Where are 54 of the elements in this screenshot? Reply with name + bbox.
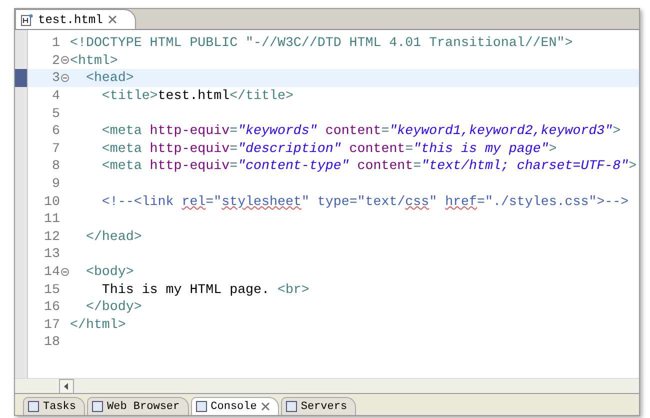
html-file-icon: [21, 14, 33, 26]
tab-label: Tasks: [43, 400, 76, 412]
view-icon: [92, 401, 104, 412]
collapse-icon[interactable]: [61, 56, 69, 64]
code-line: </html>: [70, 316, 126, 332]
horizontal-scrollbar[interactable]: [15, 378, 639, 393]
collapse-icon[interactable]: [61, 268, 69, 276]
collapse-icon[interactable]: [61, 74, 69, 82]
tab-label: Console: [210, 400, 257, 412]
line-number: 4: [51, 88, 60, 104]
code-line: This is my HTML page. <br>: [100, 282, 310, 297]
line-number: 1: [51, 35, 60, 50]
code-line: </body>: [84, 299, 142, 314]
tab-label: Web Browser: [107, 400, 180, 412]
line-number: 5: [51, 106, 60, 121]
code-line: <head>: [84, 70, 134, 86]
scroll-left-button[interactable]: [59, 379, 74, 394]
close-icon[interactable]: [260, 402, 270, 411]
code-line: <!--<link rel="stylesheet" type="text/css" href="./styles.css">-->: [100, 194, 629, 209]
view-tab[interactable]: Tasks: [23, 397, 86, 415]
line-number: 2: [51, 52, 60, 68]
view-icon: [28, 401, 39, 412]
tab-label: test.html: [38, 12, 103, 26]
line-number: 10: [43, 194, 60, 209]
line-number: 3: [51, 70, 60, 86]
line-number: 6: [51, 123, 60, 138]
view-icon: [286, 401, 297, 412]
close-icon[interactable]: [108, 15, 117, 24]
left-arrow-icon: [64, 383, 69, 390]
line-number: 17: [43, 316, 60, 332]
editor-tab[interactable]: test.html: [15, 9, 136, 29]
code-line: <html>: [70, 52, 118, 68]
line-number: 13: [43, 246, 60, 262]
line-number: 8: [51, 158, 60, 174]
line-number: 18: [43, 334, 60, 350]
line-number: 16: [43, 299, 60, 314]
view-tab[interactable]: Servers: [280, 397, 356, 415]
view-tab[interactable]: Web Browser: [87, 397, 189, 415]
code-line: </head>: [84, 228, 142, 244]
line-number: 9: [51, 176, 60, 192]
code-line: <meta http-equiv="keywords" content="keyword1,keyword2,keyword3">: [100, 123, 621, 138]
line-number: 7: [51, 140, 60, 156]
tab-label: Servers: [300, 400, 348, 412]
view-icon: [196, 401, 207, 412]
view-tab[interactable]: Console: [190, 397, 279, 415]
code-line: <title>test.html</title>: [100, 88, 294, 104]
line-number: 15: [43, 282, 60, 297]
code-line: <body>: [84, 264, 134, 280]
line-number: 12: [43, 228, 60, 244]
code-line: <meta http-equiv="content-type" content="text/html; charset=UTF-8">: [100, 158, 637, 174]
code-line: <meta http-equiv="description" content="this is my page">: [100, 140, 557, 156]
line-number: 11: [43, 211, 60, 226]
line-number: 14: [43, 264, 60, 280]
code-line: <!DOCTYPE HTML PUBLIC "-//W3C//DTD HTML 4.01 Transitional//EN">: [70, 35, 573, 50]
